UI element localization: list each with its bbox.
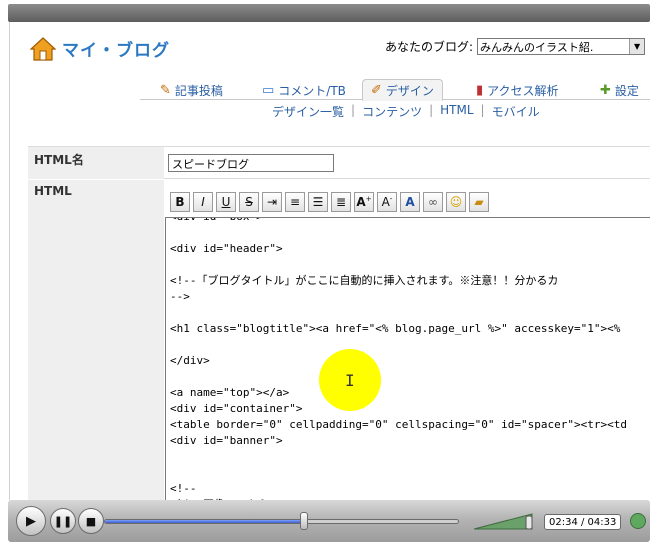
design-subnav: デザイン一覧 | コンテンツ | HTML | モバイル (272, 103, 540, 120)
indent-icon: ⇥ (266, 195, 278, 209)
align-right-icon: ≣ (335, 195, 347, 209)
code-text: <div id="box"> <div id="header"> <!--「ブロ… (170, 218, 627, 500)
italic-button[interactable]: I (193, 192, 213, 212)
code-line: <div id="container"> (170, 402, 303, 415)
home-icon (30, 36, 56, 61)
font-size-up-button[interactable]: A+ (354, 192, 374, 212)
tab-label: デザイン (385, 83, 434, 98)
tab-post[interactable]: ✎ 記事投稿 (160, 80, 223, 100)
underline-button[interactable]: U (216, 192, 236, 212)
window-top-bar (8, 4, 650, 22)
code-line: </div> (170, 354, 210, 367)
subnav-separator: | (480, 103, 485, 117)
font-color-button[interactable]: A (400, 192, 420, 212)
tab-label: 記事投稿 (174, 83, 223, 98)
main-tabs: ✎ 記事投稿 ▭ コメント/TB ✐ デザイン ▮ アクセス解析 ✚ 設定 (140, 78, 650, 101)
indent-button[interactable]: ⇥ (262, 192, 282, 212)
volume-slider[interactable] (474, 512, 536, 530)
font-color-icon: A (405, 195, 415, 209)
tab-comment[interactable]: ▭ コメント/TB (262, 80, 346, 100)
link-button[interactable]: ∞ (423, 192, 443, 212)
align-left-button[interactable]: ≡ (285, 192, 305, 212)
logo-text: マイ・ブログ (62, 41, 170, 61)
emoji-button[interactable]: ☺ (446, 192, 466, 212)
blog-admin-page: マイ・ブログ あなたのブログ: みんみんのイラスト紹. ▼ ✎ 記事投稿 ▭ コ… (9, 22, 650, 500)
blog-select-label: あなたのブログ: (385, 40, 474, 54)
code-line: <div id="header"> (170, 242, 283, 255)
align-right-button[interactable]: ≣ (331, 192, 351, 212)
palette-icon: ✐ (371, 82, 382, 98)
time-display: 02:34 / 04:33 (544, 514, 622, 530)
blog-select-value: みんみんのイラスト紹. (480, 40, 594, 54)
puzzle-icon: ✚ (600, 82, 611, 98)
video-player-controls: ▶ ❚❚ ■ 02:34 / 04:33 (8, 500, 650, 542)
folder-icon: ▰ (474, 195, 484, 209)
pencil-icon: ✎ (160, 82, 171, 98)
code-line: <!-- (170, 482, 197, 495)
file-button[interactable]: ▰ (469, 192, 489, 212)
chevron-down-icon[interactable]: ▼ (629, 39, 645, 54)
code-line: <a name="top"></a> (170, 386, 290, 399)
html-name-label: HTML名 (28, 147, 164, 179)
play-button[interactable]: ▶ (16, 506, 46, 536)
align-left-icon: ≡ (289, 195, 301, 209)
html-name-input[interactable]: スピードブログ (168, 154, 334, 172)
blog-selector: あなたのブログ: みんみんのイラスト紹. ▼ (385, 38, 646, 55)
site-logo[interactable]: マイ・ブログ (30, 36, 170, 61)
tab-label: アクセス解析 (487, 83, 559, 98)
tab-design[interactable]: ✐ デザイン (362, 79, 443, 101)
font-size-down-button[interactable]: A- (377, 192, 397, 212)
bold-button[interactable]: B (170, 192, 190, 212)
font-size-down-icon: A- (381, 195, 393, 209)
text-cursor-icon: I (345, 371, 355, 390)
code-line: <!--「ブログタイトル」がここに自動的に挿入されます。※注意！！分かるカ (170, 274, 559, 287)
tab-access-analysis[interactable]: ▮ アクセス解析 (476, 80, 559, 100)
play-icon: ▶ (26, 513, 36, 529)
subnav-contents[interactable]: コンテンツ (362, 103, 422, 120)
globe-icon[interactable] (630, 513, 646, 529)
stop-button[interactable]: ■ (78, 508, 104, 534)
code-line: <h1 class="blogtitle"><a href="<% blog.p… (170, 322, 621, 335)
subnav-separator: | (429, 103, 434, 117)
html-label: HTML (28, 180, 164, 500)
progress-track[interactable] (104, 519, 459, 524)
editor-toolbar: B I U S ⇥ ≡ ☰ ≣ A+ A- A ∞ ☺ ▰ (170, 192, 489, 212)
tab-label: 設定 (614, 83, 639, 98)
html-code-editor[interactable]: <div id="box"> <div id="header"> <!--「ブロ… (165, 217, 650, 500)
speech-bubble-icon: ▭ (262, 82, 275, 98)
link-icon: ∞ (428, 195, 438, 209)
subnav-design-list[interactable]: デザイン一覧 (272, 103, 344, 120)
font-size-up-icon: A+ (356, 195, 372, 209)
subnav-html[interactable]: HTML (440, 103, 473, 120)
subnav-separator: | (351, 103, 356, 117)
progress-fill (105, 520, 305, 523)
tab-label: コメント/TB (278, 83, 346, 98)
align-center-button[interactable]: ☰ (308, 192, 328, 212)
html-name-cell: スピードブログ (164, 147, 650, 179)
stop-icon: ■ (85, 514, 97, 528)
pause-button[interactable]: ❚❚ (50, 508, 76, 534)
pause-icon: ❚❚ (53, 514, 73, 528)
code-line: --> (170, 290, 190, 303)
code-line: <div id="banner"> (170, 434, 283, 447)
strikethrough-button[interactable]: S (239, 192, 259, 212)
align-center-icon: ☰ (312, 195, 324, 209)
code-line: <div id="box"> (170, 218, 627, 225)
bar-chart-icon: ▮ (476, 82, 484, 98)
smiley-icon: ☺ (449, 195, 463, 209)
code-line: <table border="0" cellpadding="0" cellsp… (170, 418, 627, 431)
scrub-handle[interactable] (300, 512, 309, 530)
tab-settings[interactable]: ✚ 設定 (600, 80, 639, 100)
blog-select-dropdown[interactable]: みんみんのイラスト紹. ▼ (477, 38, 646, 55)
subnav-mobile[interactable]: モバイル (492, 103, 540, 120)
